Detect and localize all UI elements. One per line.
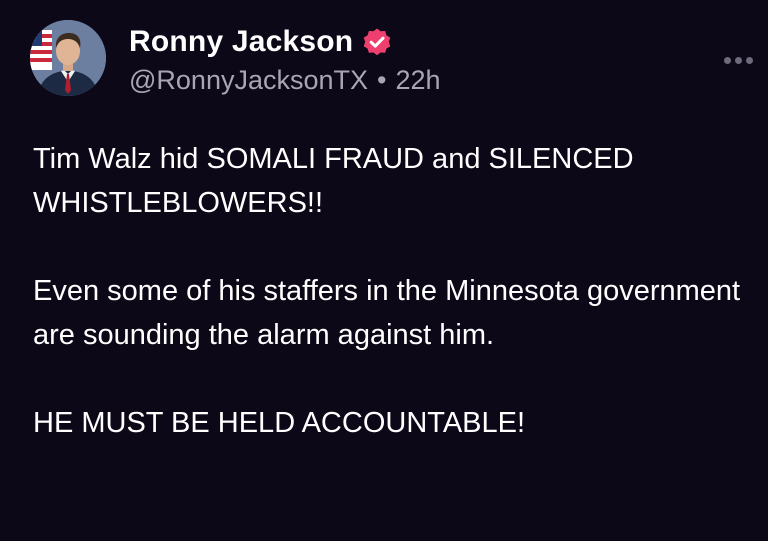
post-body: Tim Walz hid SOMALI FRAUD and SILENCED W…: [33, 137, 753, 445]
post-timestamp[interactable]: 22h: [395, 65, 440, 96]
more-options-icon[interactable]: [718, 48, 758, 72]
more-dot: [745, 56, 753, 64]
author-handle[interactable]: @RonnyJacksonTX: [129, 65, 368, 96]
post-paragraph: Tim Walz hid SOMALI FRAUD and SILENCED W…: [33, 143, 634, 219]
author-name-row: Ronny Jackson: [129, 22, 392, 62]
post-paragraph: HE MUST BE HELD ACCOUNTABLE!: [33, 407, 526, 439]
author-meta-row: @RonnyJacksonTX • 22h: [129, 62, 441, 98]
avatar[interactable]: [30, 20, 106, 96]
more-dot: [734, 56, 742, 64]
verified-badge-icon: [362, 27, 392, 57]
post-paragraph: Even some of his staffers in the Minneso…: [33, 275, 741, 351]
more-dot: [723, 56, 731, 64]
author-display-name[interactable]: Ronny Jackson: [129, 25, 353, 59]
meta-separator: •: [377, 64, 387, 95]
post-card: Ronny Jackson @RonnyJacksonTX • 22h Tim …: [0, 0, 768, 541]
avatar-photo: [30, 20, 106, 96]
